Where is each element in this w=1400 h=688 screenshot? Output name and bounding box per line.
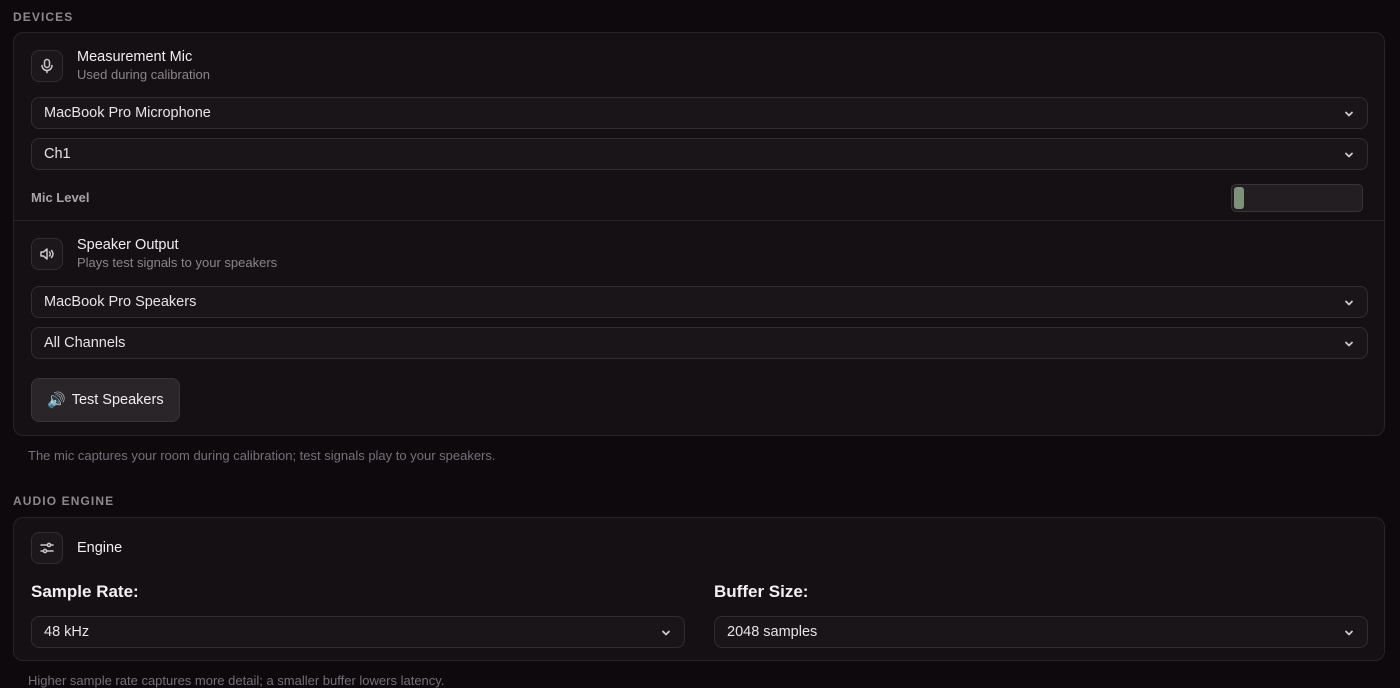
- buffer-size-label: Buffer Size:: [714, 582, 809, 601]
- chevron-down-icon: [1343, 108, 1355, 120]
- speaker-icon: [31, 237, 63, 270]
- chevron-down-icon: [1343, 297, 1355, 309]
- buffer-size-value: 2048 samples: [727, 624, 818, 640]
- sample-rate-value: 48 kHz: [44, 624, 90, 640]
- audio-engine-note: Higher sample rate captures more detail;…: [28, 673, 445, 688]
- speaker-header: Speaker Output Plays test signals to you…: [31, 237, 277, 270]
- sliders-icon: [31, 532, 63, 564]
- mic-channel-value: Ch1: [44, 146, 71, 162]
- mic-channel-select[interactable]: Ch1: [31, 138, 1368, 170]
- speaker-device-select[interactable]: MacBook Pro Speakers: [31, 286, 1368, 318]
- speaker-subtitle: Plays test signals to your speakers: [77, 255, 278, 270]
- speaker-channel-value: All Channels: [44, 335, 126, 351]
- sample-rate-label: Sample Rate:: [31, 582, 139, 601]
- engine-title: Engine: [77, 540, 123, 556]
- microphone-icon: [31, 49, 63, 82]
- devices-section-label: DEVICES: [13, 10, 74, 24]
- audio-engine-card: Engine Sample Rate: 48 kHz Buffer Size: …: [13, 517, 1385, 661]
- chevron-down-icon: [660, 627, 672, 639]
- speaker-device-value: MacBook Pro Speakers: [44, 294, 197, 310]
- mic-level-label: Mic Level: [31, 190, 90, 205]
- devices-note: The mic captures your room during calibr…: [28, 448, 496, 463]
- mic-title: Measurement Mic: [77, 49, 193, 65]
- test-speakers-button[interactable]: 🔊 Test Speakers: [31, 378, 180, 422]
- mic-header: Measurement Mic Used during calibration: [31, 49, 210, 82]
- mic-level-meter: [1231, 184, 1363, 212]
- test-speakers-label: Test Speakers: [71, 392, 164, 408]
- sample-rate-select[interactable]: 48 kHz: [31, 616, 685, 648]
- chevron-down-icon: [1343, 338, 1355, 350]
- audio-engine-section-label: AUDIO ENGINE: [13, 494, 115, 508]
- engine-header: Engine: [31, 532, 122, 564]
- chevron-down-icon: [1343, 149, 1355, 161]
- mic-device-select[interactable]: MacBook Pro Microphone: [31, 97, 1368, 129]
- mic-subtitle: Used during calibration: [77, 67, 210, 82]
- speaker-channel-select[interactable]: All Channels: [31, 327, 1368, 359]
- speaker-emoji-icon: 🔊: [47, 392, 66, 409]
- chevron-down-icon: [1343, 627, 1355, 639]
- speaker-title: Speaker Output: [77, 237, 179, 253]
- mic-device-value: MacBook Pro Microphone: [44, 105, 211, 121]
- mic-level-fill: [1234, 187, 1245, 209]
- buffer-size-select[interactable]: 2048 samples: [714, 616, 1368, 648]
- divider: [14, 220, 1384, 221]
- devices-card: Measurement Mic Used during calibration …: [13, 32, 1385, 436]
